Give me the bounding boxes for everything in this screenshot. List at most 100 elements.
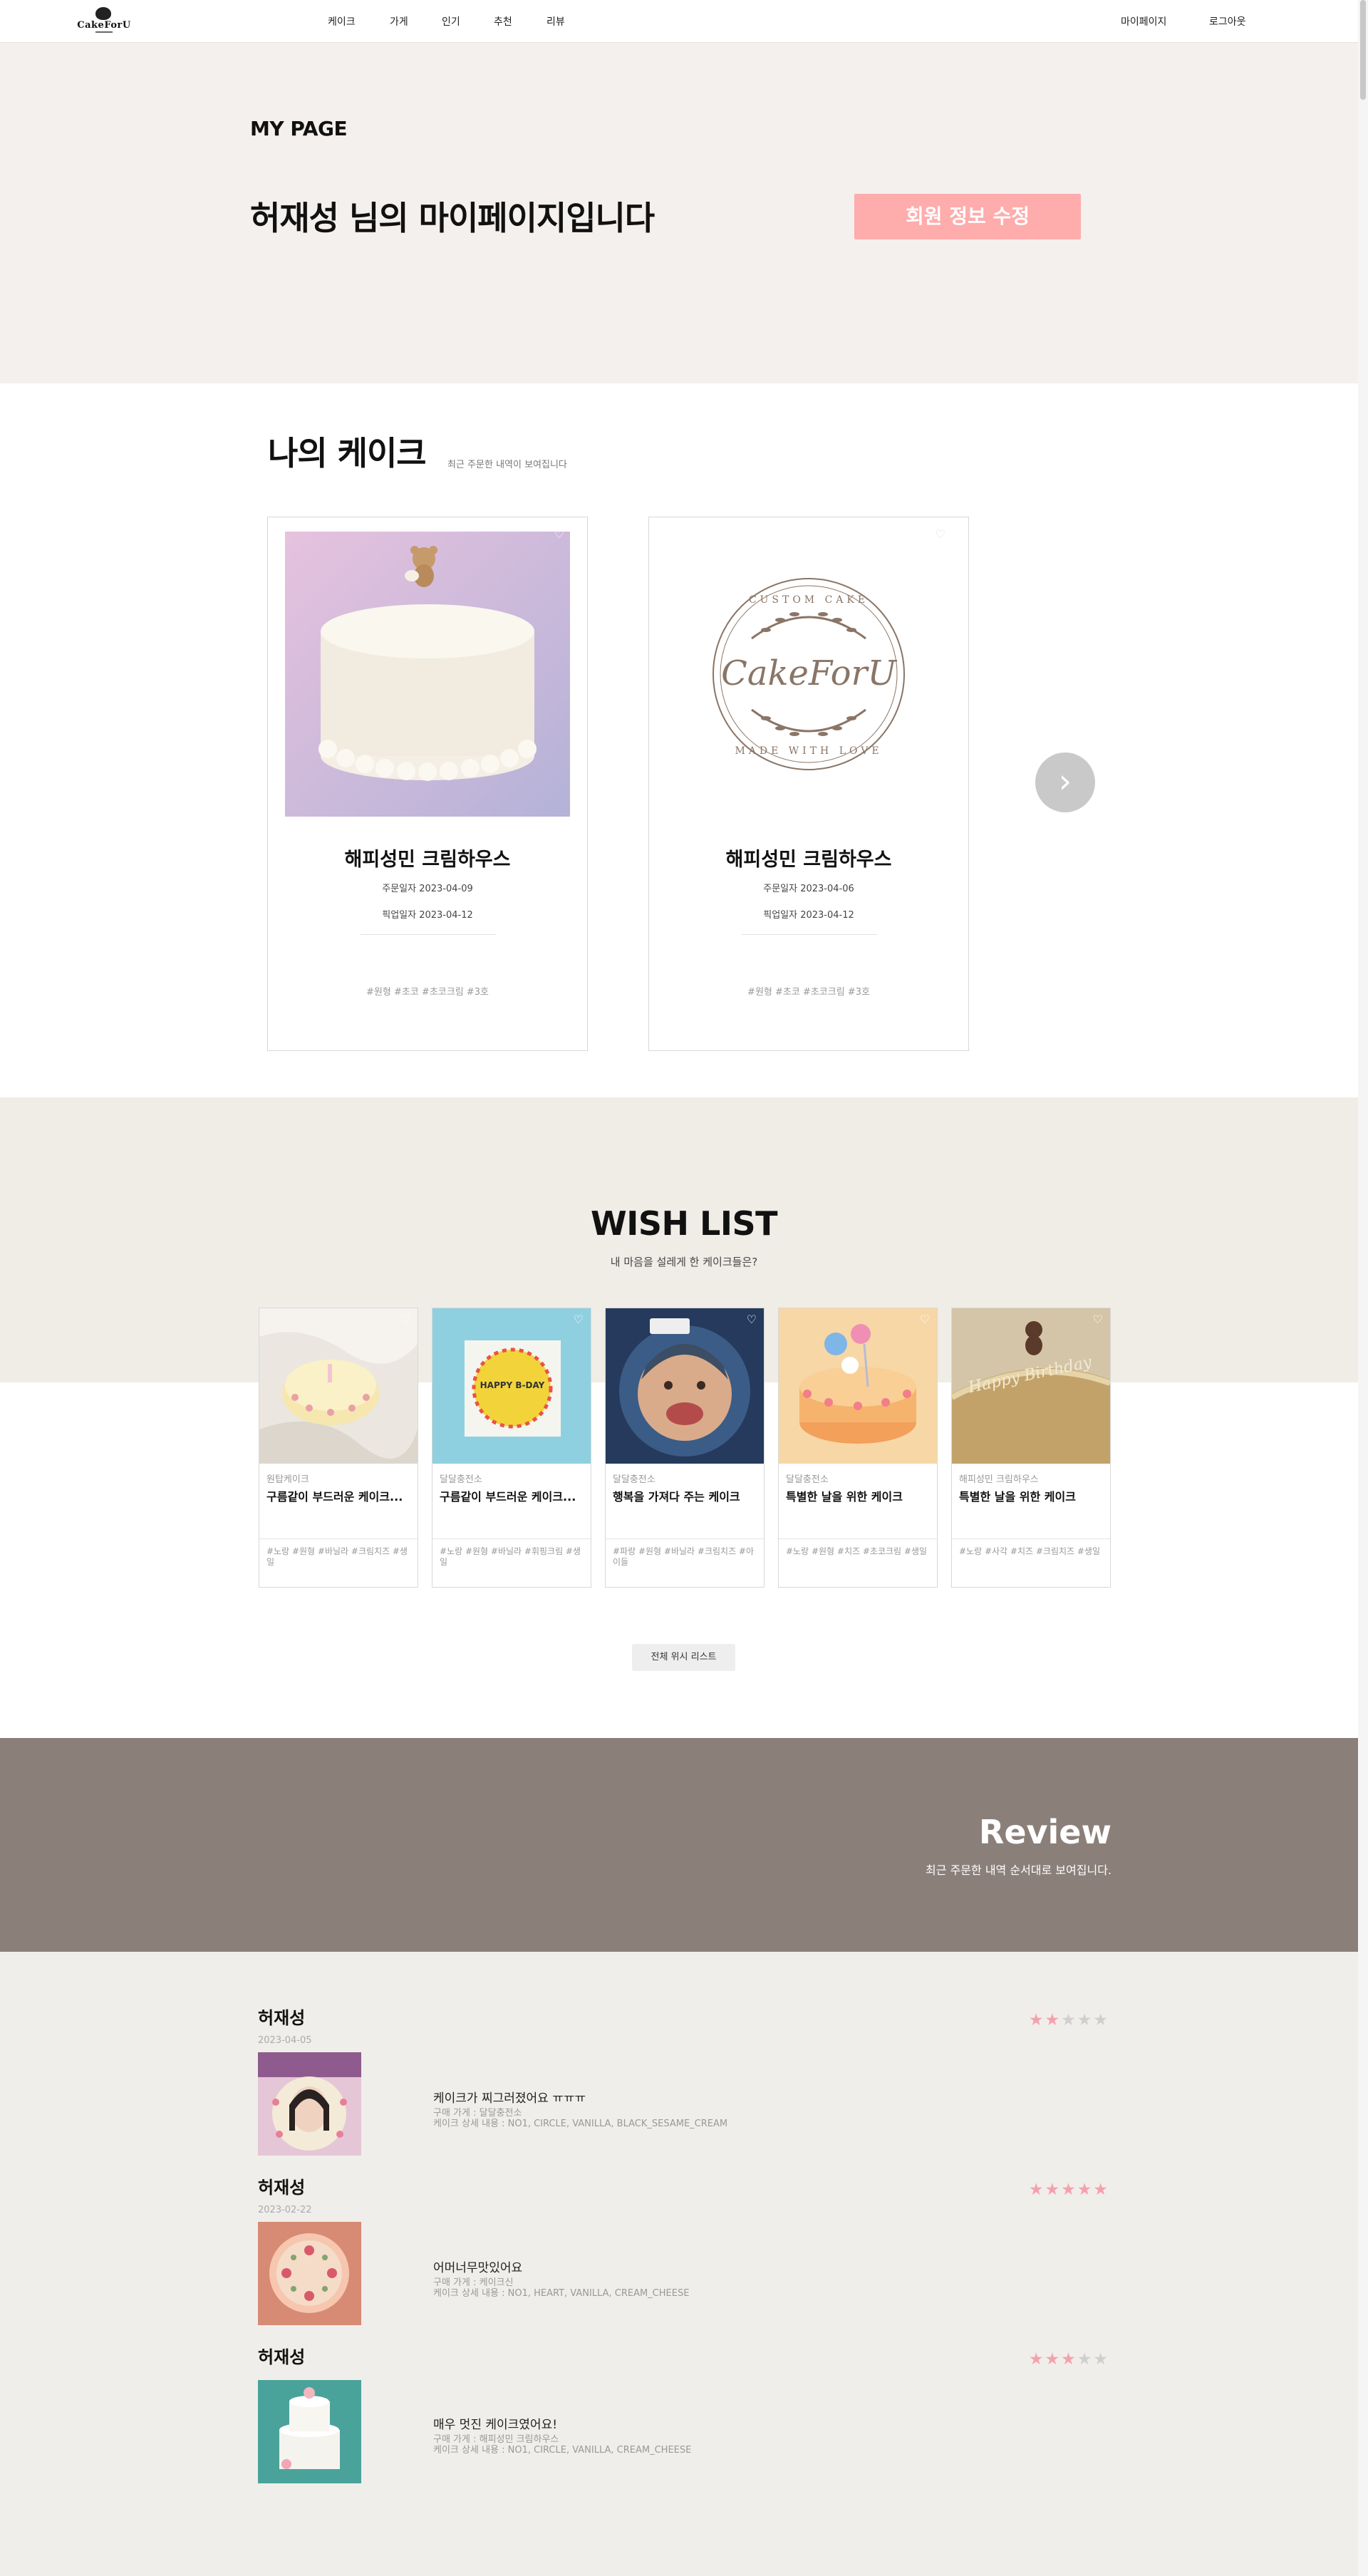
wish-shop-name: 해피성민 크림하우스 [959,1474,1039,1485]
nav-link-popular[interactable]: 인기 [442,14,460,29]
wish-cake-text: HAPPY B-DAY [480,1380,545,1390]
review-store: 구매 가게 : 해피성민 크림하우스 [433,2434,559,2445]
heart-icon[interactable]: ♡ [574,1313,584,1326]
logo-badge-main-text: CakeForU [721,653,897,693]
wish-tags: #노랑 #원형 #바닐라 #크림치즈 #생일 [266,1546,408,1567]
heart-icon[interactable]: ♡ [1093,1313,1103,1326]
star-rating: ★★★★★ [1029,2350,1109,2369]
star-icon: ★ [1045,2011,1062,2029]
heart-icon[interactable]: ♡ [400,1313,410,1326]
star-icon: ★ [1061,2011,1077,2029]
review-store: 구매 가게 : 케이크신 [433,2277,514,2288]
nav-link-cake[interactable]: 케이크 [328,14,356,29]
logo[interactable]: CakeForU [77,6,131,37]
heart-icon[interactable]: ♡ [747,1313,757,1326]
pickup-date: 픽업일자 2023-04-12 [382,910,473,921]
wish-cake-image: Happy Birthday [952,1308,1110,1464]
divider [606,1538,764,1539]
star-icon: ★ [1093,2011,1109,2029]
review-detail: 케이크 상세 내용 : NO1, CIRCLE, VANILLA, BLACK_… [433,2119,728,2129]
review-banner: Review 최근 주문한 내역 순서대로 보여집니다. [0,1738,1368,1952]
order-tags: #원형 #초코 #초코크림 #3호 [366,987,489,998]
review-subtitle: 최근 주문한 내역 순서대로 보여집니다. [926,1863,1112,1877]
edit-profile-button[interactable]: 회원 정보 수정 [854,194,1081,239]
my-cakes-title: 나의 케이크 [268,434,427,472]
review-body: 매우 멋진 케이크였어요! 구매 가게 : 해피성민 크림하우스 케이크 상세 … [433,2414,691,2456]
wish-tags: #파랑 #원형 #바닐라 #크림치즈 #아이들 [613,1546,755,1567]
star-icon: ★ [1093,2350,1109,2369]
star-icon: ★ [1028,2350,1045,2369]
logo-underline [95,31,113,33]
wish-tags: #노랑 #사각 #치즈 #크림치즈 #생일 [959,1546,1101,1556]
divider [361,934,496,935]
my-cakes-subtitle: 최근 주문한 내역이 보여집니다 [447,460,567,470]
nav-link-store[interactable]: 가게 [390,14,408,29]
wish-cake-name: 특별한 날을 위한 케이크 [959,1490,1076,1504]
chevron-right-icon: › [1058,762,1072,800]
star-icon: ★ [1061,2350,1077,2369]
nav-link-recommend[interactable]: 추천 [494,14,512,29]
wish-cake-image [259,1308,418,1464]
review-image[interactable] [258,2052,361,2156]
wish-cake-name: 행복을 가져다 주는 케이크 [613,1490,740,1504]
wish-card[interactable]: Happy Birthday ♡ 해피성민 크림하우스 특별한 날을 위한 케이… [951,1308,1111,1588]
star-icon: ★ [1061,2181,1077,2199]
page-label: MY PAGE [250,117,348,140]
logo-text: CakeForU [77,20,131,31]
order-card[interactable]: ♡ 해피성민 크림하우스 주문일자 2023-04-09 픽업일자 2023-0… [267,517,588,1051]
carousel-next-button[interactable]: › [1035,752,1095,812]
order-shop-name: 해피성민 크림하우스 [344,849,511,871]
review-user: 허재성 [258,2178,306,2198]
review-item: 허재성 ★★★★★ 매우 멋진 케이크였어요! 구매 가게 : 해피성민 크림하… [258,2343,1109,2500]
wish-cake-name: 구름같이 부드러운 케이크... [440,1490,576,1504]
star-icon: ★ [1045,2350,1062,2369]
nav-link-review[interactable]: 리뷰 [546,14,565,29]
review-store: 구매 가게 : 달달충전소 [433,2108,522,2119]
divider [259,1538,418,1539]
page-title: 허재성 님의 마이페이지입니다 [250,199,655,237]
review-content: 케이크가 찌그러졌어요 ㅠㅠㅠ [433,2091,586,2106]
review-content: 어머너무맛있어요 [433,2261,523,2275]
scrollbar-thumb[interactable] [1360,0,1366,100]
wish-card[interactable]: HAPPY B-DAY ♡ 달달충전소 구름같이 부드러운 케이크... #노랑… [432,1308,591,1588]
wish-card[interactable]: ♡ 달달충전소 특별한 날을 위한 케이크 #노랑 #원형 #치즈 #초코크림 … [778,1308,938,1588]
wish-card[interactable]: ♡ 원탑케이크 구름같이 부드러운 케이크... #노랑 #원형 #바닐라 #크… [259,1308,418,1588]
star-rating: ★★★★★ [1029,2011,1109,2029]
nav-link-mypage[interactable]: 마이페이지 [1121,14,1166,29]
order-card[interactable]: CUSTOM CAKE CakeForU MADE WITH LOVE ♡ 해피… [648,517,969,1051]
heart-icon[interactable]: ♡ [920,1313,930,1326]
wish-shop-name: 달달충전소 [440,1474,482,1485]
wish-tags: #노랑 #원형 #바닐라 #휘핑크림 #생일 [440,1546,581,1567]
review-content: 매우 멋진 케이크였어요! [433,2418,558,2432]
pickup-date: 픽업일자 2023-04-12 [763,910,854,921]
divider [432,1538,591,1539]
review-detail: 케이크 상세 내용 : NO1, CIRCLE, VANILLA, CREAM_… [433,2445,692,2456]
star-icon: ★ [1093,2181,1109,2199]
wish-cake-name: 특별한 날을 위한 케이크 [786,1490,903,1504]
page-scrollbar[interactable] [1358,0,1368,2576]
review-image[interactable] [258,2222,361,2325]
star-rating: ★★★★★ [1029,2181,1109,2199]
cake-image-placeholder: CUSTOM CAKE CakeForU MADE WITH LOVE [666,532,951,817]
wish-shop-name: 원탑케이크 [266,1474,309,1485]
order-date: 주문일자 2023-04-09 [382,884,473,894]
heart-icon[interactable]: ♡ [554,527,564,541]
wish-tags: #노랑 #원형 #치즈 #초코크림 #생일 [786,1546,928,1556]
review-image[interactable] [258,2380,361,2483]
star-icon: ★ [1077,2350,1094,2369]
wish-title: WISH LIST [591,1204,777,1243]
divider [742,934,877,935]
review-detail: 케이크 상세 내용 : NO1, HEART, VANILLA, CREAM_C… [433,2288,690,2299]
review-date: 2023-04-05 [258,2035,312,2046]
logo-icon [95,7,111,20]
order-date: 주문일자 2023-04-06 [763,884,854,894]
review-item: 허재성 2023-04-05 ★★★★★ 케이크가 찌그러졌어요 ㅠㅠㅠ 구매 … [258,2004,1109,2161]
wish-card[interactable]: ♡ 달달충전소 행복을 가져다 주는 케이크 #파랑 #원형 #바닐라 #크림치… [605,1308,765,1588]
logo-badge-top-text: CUSTOM CAKE [749,594,869,606]
nav-link-logout[interactable]: 로그아웃 [1209,14,1246,29]
heart-icon[interactable]: ♡ [936,527,945,541]
wish-cake-name: 구름같이 부드러운 케이크... [266,1490,403,1504]
review-item: 허재성 2023-02-22 ★★★★★ 어머너무맛있어요 구매 가게 : 케이… [258,2173,1109,2330]
wish-cake-image: HAPPY B-DAY [432,1308,591,1464]
view-all-wishlist-button[interactable]: 전체 위시 리스트 [632,1644,735,1671]
